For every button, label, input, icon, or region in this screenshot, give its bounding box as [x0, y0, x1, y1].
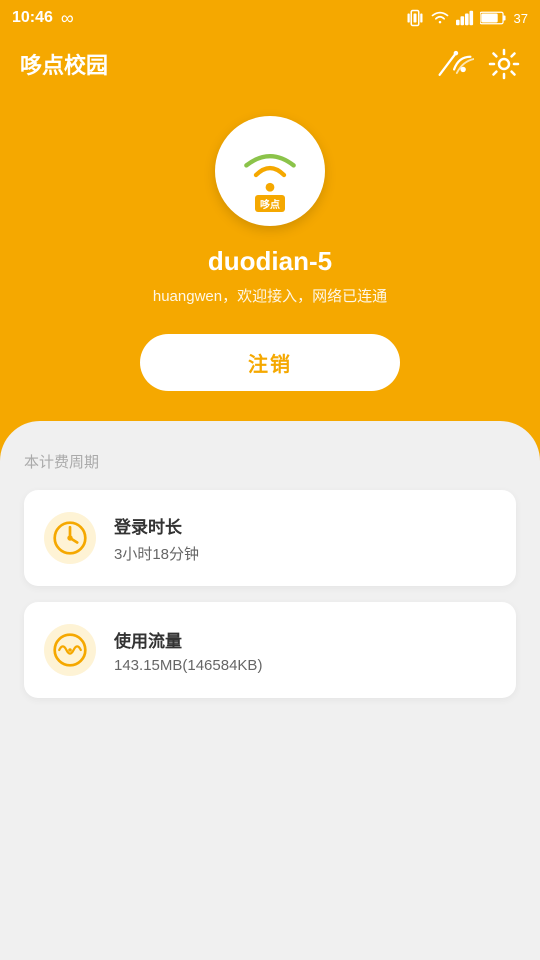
data-usage-text: 使用流量 143.15MB(146584KB) — [114, 627, 262, 674]
infinity-icon: ∞ — [61, 8, 74, 29]
app-header: 哆点校园 — [0, 36, 540, 96]
antenna-icon[interactable] — [436, 49, 474, 79]
signal-icon — [456, 10, 474, 26]
wave-icon — [52, 632, 88, 668]
period-label: 本计费周期 — [24, 451, 516, 472]
wifi-logo-container: 哆点 — [0, 116, 540, 226]
settings-icon[interactable] — [488, 48, 520, 80]
duodian-badge: 哆点 — [255, 195, 285, 212]
header-icons — [436, 48, 520, 80]
data-usage-label: 使用流量 — [114, 627, 262, 652]
clock-icon-circle — [44, 512, 96, 564]
network-name: duodian-5 — [0, 246, 540, 277]
app-title: 哆点校园 — [20, 48, 108, 80]
status-time: 10:46 — [12, 9, 53, 27]
logout-button[interactable]: 注销 — [140, 334, 400, 391]
clock-icon — [52, 520, 88, 556]
login-duration-value: 3小时18分钟 — [114, 543, 199, 564]
status-bar: 10:46 ∞ 37 — [0, 0, 540, 36]
login-duration-label: 登录时长 — [114, 513, 199, 538]
login-duration-text: 登录时长 3小时18分钟 — [114, 513, 199, 564]
status-right: 37 — [406, 9, 528, 27]
wifi-status-icon — [430, 10, 450, 26]
bottom-section: 本计费周期 登录时长 3小时18分钟 使用流量 — [0, 421, 540, 841]
wifi-logo-circle: 哆点 — [215, 116, 325, 226]
data-usage-card: 使用流量 143.15MB(146584KB) — [24, 602, 516, 698]
login-duration-card: 登录时长 3小时18分钟 — [24, 490, 516, 586]
wave-icon-circle — [44, 624, 96, 676]
wifi-logo-svg — [235, 144, 305, 199]
battery-level: 37 — [514, 11, 528, 26]
top-section: 哆点校园 哆点 — [0, 36, 540, 461]
data-usage-value: 143.15MB(146584KB) — [114, 657, 262, 674]
network-subtitle: huangwen，欢迎接入，网络已连通 — [0, 285, 540, 306]
logout-btn-container: 注销 — [0, 334, 540, 391]
battery-icon — [480, 11, 508, 25]
status-left: 10:46 ∞ — [12, 8, 74, 29]
vibrate-icon — [406, 9, 424, 27]
